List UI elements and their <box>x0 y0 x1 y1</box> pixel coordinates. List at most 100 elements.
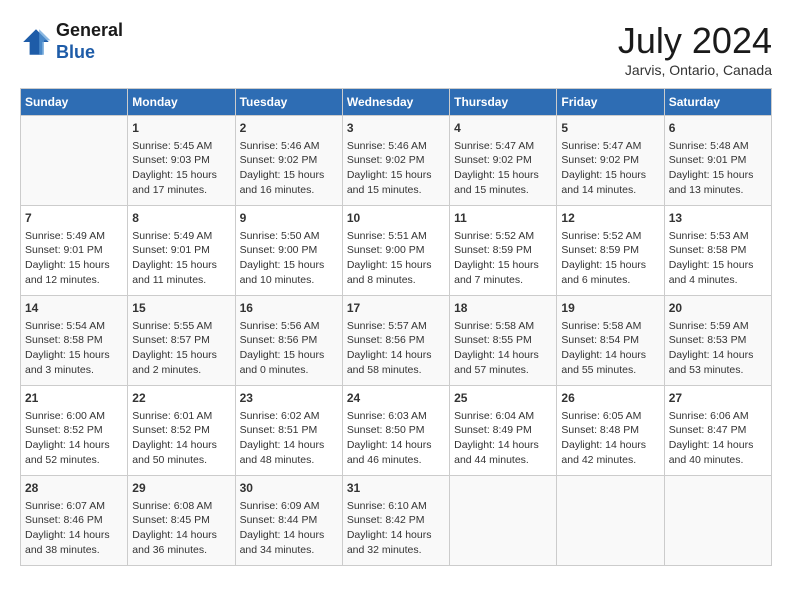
title-block: July 2024 Jarvis, Ontario, Canada <box>618 20 772 78</box>
day-info: Sunrise: 5:46 AM Sunset: 9:02 PM Dayligh… <box>347 139 445 198</box>
calendar-cell <box>664 476 771 566</box>
calendar-cell: 22 Sunrise: 6:01 AM Sunset: 8:52 PM Dayli… <box>128 386 235 476</box>
calendar-cell: 2Sunrise: 5:46 AM Sunset: 9:02 PM Daylig… <box>235 116 342 206</box>
calendar-cell: 18 Sunrise: 5:58 AM Sunset: 8:55 PM Dayli… <box>450 296 557 386</box>
day-info: Sunrise: 5:57 AM Sunset: 8:56 PM Dayligh… <box>347 319 445 378</box>
calendar-cell: 29 Sunrise: 6:08 AM Sunset: 8:45 PM Dayli… <box>128 476 235 566</box>
calendar-cell: 7 Sunrise: 5:49 AM Sunset: 9:01 PM Daylig… <box>21 206 128 296</box>
day-header-monday: Monday <box>128 89 235 116</box>
day-info: Sunrise: 5:52 AM Sunset: 8:59 PM Dayligh… <box>561 229 659 288</box>
calendar-cell: 25 Sunrise: 6:04 AM Sunset: 8:49 PM Dayli… <box>450 386 557 476</box>
day-number: 6 <box>669 120 767 137</box>
day-info: Sunrise: 5:58 AM Sunset: 8:55 PM Dayligh… <box>454 319 552 378</box>
day-header-friday: Friday <box>557 89 664 116</box>
day-info: Sunrise: 6:02 AM Sunset: 8:51 PM Dayligh… <box>240 409 338 468</box>
day-info: Sunrise: 5:48 AM Sunset: 9:01 PM Dayligh… <box>669 139 767 198</box>
day-info: Sunrise: 6:06 AM Sunset: 8:47 PM Dayligh… <box>669 409 767 468</box>
day-number: 7 <box>25 210 123 227</box>
day-info: Sunrise: 5:49 AM Sunset: 9:01 PM Dayligh… <box>25 229 123 288</box>
day-number: 31 <box>347 480 445 497</box>
calendar-cell: 19 Sunrise: 5:58 AM Sunset: 8:54 PM Dayli… <box>557 296 664 386</box>
calendar-cell: 4 Sunrise: 5:47 AM Sunset: 9:02 PM Daylig… <box>450 116 557 206</box>
calendar-cell: 13Sunrise: 5:53 AM Sunset: 8:58 PM Dayli… <box>664 206 771 296</box>
logo-line1: General <box>56 20 123 40</box>
page-header: General Blue July 2024 Jarvis, Ontario, … <box>20 20 772 78</box>
week-row-2: 7 Sunrise: 5:49 AM Sunset: 9:01 PM Daylig… <box>21 206 772 296</box>
day-number: 18 <box>454 300 552 317</box>
week-row-1: 1 Sunrise: 5:45 AM Sunset: 9:03 PM Daylig… <box>21 116 772 206</box>
day-number: 5 <box>561 120 659 137</box>
calendar-cell: 5 Sunrise: 5:47 AM Sunset: 9:02 PM Daylig… <box>557 116 664 206</box>
day-info: Sunrise: 5:53 AM Sunset: 8:58 PM Dayligh… <box>669 229 767 288</box>
calendar-cell: 3 Sunrise: 5:46 AM Sunset: 9:02 PM Daylig… <box>342 116 449 206</box>
day-number: 10 <box>347 210 445 227</box>
day-number: 1 <box>132 120 230 137</box>
calendar-cell: 20Sunrise: 5:59 AM Sunset: 8:53 PM Dayli… <box>664 296 771 386</box>
day-header-sunday: Sunday <box>21 89 128 116</box>
week-row-3: 14Sunrise: 5:54 AM Sunset: 8:58 PM Dayli… <box>21 296 772 386</box>
calendar-cell: 23 Sunrise: 6:02 AM Sunset: 8:51 PM Dayli… <box>235 386 342 476</box>
day-number: 11 <box>454 210 552 227</box>
day-info: Sunrise: 5:52 AM Sunset: 8:59 PM Dayligh… <box>454 229 552 288</box>
location: Jarvis, Ontario, Canada <box>618 62 772 78</box>
day-info: Sunrise: 6:00 AM Sunset: 8:52 PM Dayligh… <box>25 409 123 468</box>
day-number: 26 <box>561 390 659 407</box>
day-info: Sunrise: 6:05 AM Sunset: 8:48 PM Dayligh… <box>561 409 659 468</box>
day-info: Sunrise: 6:04 AM Sunset: 8:49 PM Dayligh… <box>454 409 552 468</box>
day-number: 30 <box>240 480 338 497</box>
day-number: 25 <box>454 390 552 407</box>
calendar-cell: 16Sunrise: 5:56 AM Sunset: 8:56 PM Dayli… <box>235 296 342 386</box>
day-info: Sunrise: 5:56 AM Sunset: 8:56 PM Dayligh… <box>240 319 338 378</box>
day-header-thursday: Thursday <box>450 89 557 116</box>
day-number: 21 <box>25 390 123 407</box>
day-number: 22 <box>132 390 230 407</box>
day-number: 4 <box>454 120 552 137</box>
day-info: Sunrise: 6:03 AM Sunset: 8:50 PM Dayligh… <box>347 409 445 468</box>
calendar-cell: 8 Sunrise: 5:49 AM Sunset: 9:01 PM Daylig… <box>128 206 235 296</box>
calendar-cell: 28Sunrise: 6:07 AM Sunset: 8:46 PM Dayli… <box>21 476 128 566</box>
day-header-saturday: Saturday <box>664 89 771 116</box>
calendar-cell: 9Sunrise: 5:50 AM Sunset: 9:00 PM Daylig… <box>235 206 342 296</box>
calendar-cell: 12Sunrise: 5:52 AM Sunset: 8:59 PM Dayli… <box>557 206 664 296</box>
day-header-tuesday: Tuesday <box>235 89 342 116</box>
day-info: Sunrise: 5:45 AM Sunset: 9:03 PM Dayligh… <box>132 139 230 198</box>
day-number: 24 <box>347 390 445 407</box>
day-number: 15 <box>132 300 230 317</box>
day-number: 3 <box>347 120 445 137</box>
week-row-5: 28Sunrise: 6:07 AM Sunset: 8:46 PM Dayli… <box>21 476 772 566</box>
calendar-cell: 6 Sunrise: 5:48 AM Sunset: 9:01 PM Daylig… <box>664 116 771 206</box>
day-info: Sunrise: 5:46 AM Sunset: 9:02 PM Dayligh… <box>240 139 338 198</box>
day-number: 28 <box>25 480 123 497</box>
month-year: July 2024 <box>618 20 772 62</box>
day-number: 17 <box>347 300 445 317</box>
logo: General Blue <box>20 20 123 63</box>
calendar-cell: 17 Sunrise: 5:57 AM Sunset: 8:56 PM Dayli… <box>342 296 449 386</box>
calendar-cell: 11 Sunrise: 5:52 AM Sunset: 8:59 PM Dayli… <box>450 206 557 296</box>
day-info: Sunrise: 6:09 AM Sunset: 8:44 PM Dayligh… <box>240 499 338 558</box>
logo-line2: Blue <box>56 42 95 62</box>
day-number: 20 <box>669 300 767 317</box>
day-number: 29 <box>132 480 230 497</box>
calendar-cell: 27Sunrise: 6:06 AM Sunset: 8:47 PM Dayli… <box>664 386 771 476</box>
day-info: Sunrise: 5:55 AM Sunset: 8:57 PM Dayligh… <box>132 319 230 378</box>
calendar-cell <box>557 476 664 566</box>
day-info: Sunrise: 5:51 AM Sunset: 9:00 PM Dayligh… <box>347 229 445 288</box>
day-info: Sunrise: 5:47 AM Sunset: 9:02 PM Dayligh… <box>454 139 552 198</box>
day-info: Sunrise: 5:58 AM Sunset: 8:54 PM Dayligh… <box>561 319 659 378</box>
calendar-cell <box>450 476 557 566</box>
day-info: Sunrise: 5:49 AM Sunset: 9:01 PM Dayligh… <box>132 229 230 288</box>
day-number: 23 <box>240 390 338 407</box>
day-info: Sunrise: 5:50 AM Sunset: 9:00 PM Dayligh… <box>240 229 338 288</box>
day-number: 19 <box>561 300 659 317</box>
day-number: 14 <box>25 300 123 317</box>
day-info: Sunrise: 5:47 AM Sunset: 9:02 PM Dayligh… <box>561 139 659 198</box>
calendar-cell: 10 Sunrise: 5:51 AM Sunset: 9:00 PM Dayli… <box>342 206 449 296</box>
day-info: Sunrise: 6:01 AM Sunset: 8:52 PM Dayligh… <box>132 409 230 468</box>
day-number: 8 <box>132 210 230 227</box>
calendar-cell <box>21 116 128 206</box>
day-info: Sunrise: 6:08 AM Sunset: 8:45 PM Dayligh… <box>132 499 230 558</box>
calendar-cell: 1 Sunrise: 5:45 AM Sunset: 9:03 PM Daylig… <box>128 116 235 206</box>
calendar-cell: 24 Sunrise: 6:03 AM Sunset: 8:50 PM Dayli… <box>342 386 449 476</box>
day-header-wednesday: Wednesday <box>342 89 449 116</box>
calendar-cell: 31Sunrise: 6:10 AM Sunset: 8:42 PM Dayli… <box>342 476 449 566</box>
